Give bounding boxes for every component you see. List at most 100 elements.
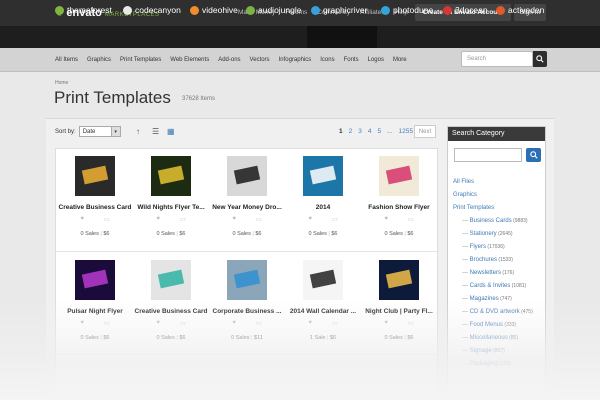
marketplace-videohive[interactable]: videohive (190, 5, 238, 15)
item-card[interactable]: Wild Nights Flyer Te... ♥ ▭ 0 Sales | $6 (133, 156, 209, 237)
category-search-input[interactable] (454, 148, 522, 162)
grid-view-icon[interactable]: ▦ (167, 127, 175, 136)
item-card[interactable]: Pulsar Night Flyer ♥ ▭ 0 Sales | $6 (57, 260, 133, 341)
collection-icon[interactable]: ▭ (180, 320, 186, 327)
marketplace-codecanyon[interactable]: codecanyon (123, 5, 181, 15)
sort-direction-icon[interactable]: ↑ (136, 127, 140, 136)
category-infographics[interactable]: Infographics (279, 57, 312, 63)
category-all-items[interactable]: All Items (55, 57, 78, 63)
breadcrumb[interactable]: Home (55, 80, 68, 86)
sidebar-category-item[interactable]: All Files (453, 176, 533, 189)
sidebar-category-item[interactable]: Food Menus (333) (453, 319, 533, 332)
item-card[interactable]: 2014 ♥ ▭ 0 Sales | $6 (285, 156, 361, 237)
next-page-button[interactable]: Next (414, 125, 436, 138)
category-more[interactable]: More (393, 57, 407, 63)
favorite-icon[interactable]: ♥ (232, 216, 236, 223)
sidebar-category-item[interactable]: Brochures (1533) (453, 254, 533, 267)
collection-icon[interactable]: ▭ (332, 216, 338, 223)
favorite-icon[interactable]: ♥ (232, 320, 236, 327)
category-logos[interactable]: Logos (368, 57, 384, 63)
category-search-button[interactable] (526, 148, 541, 162)
sidebar-category-item[interactable]: Flyers (17036) (453, 241, 533, 254)
sidebar-category-item[interactable]: Magazines (747) (453, 293, 533, 306)
search-button[interactable] (533, 51, 547, 67)
collection-icon[interactable]: ▭ (256, 320, 262, 327)
item-card[interactable]: New Year Money Dro... ♥ ▭ 0 Sales | $6 (209, 156, 285, 237)
favorite-icon[interactable]: ♥ (80, 216, 84, 223)
sidebar-category-item[interactable]: CD & DVD artwork (475) (453, 306, 533, 319)
item-thumbnail[interactable] (75, 260, 115, 300)
item-title[interactable]: Pulsar Night Flyer (57, 308, 133, 315)
item-thumbnail[interactable] (227, 156, 267, 196)
collection-icon[interactable]: ▭ (408, 216, 414, 223)
favorite-icon[interactable]: ♥ (384, 216, 388, 223)
page-1[interactable]: 1 (339, 128, 343, 135)
favorite-icon[interactable]: ♥ (156, 216, 160, 223)
item-thumbnail[interactable] (303, 156, 343, 196)
item-thumbnail[interactable] (151, 156, 191, 196)
favorite-icon[interactable]: ♥ (384, 320, 388, 327)
sort-select[interactable]: Date ▾ (78, 126, 121, 137)
search-input[interactable]: Search (461, 51, 533, 67)
favorite-icon[interactable]: ♥ (308, 216, 312, 223)
item-title[interactable]: Night Club | Party Fl... (361, 308, 437, 315)
item-title[interactable]: Wild Nights Flyer Te... (133, 204, 209, 211)
item-title[interactable]: Fashion Show Flyer (361, 204, 437, 211)
sidebar-category-item[interactable]: Cards & Invites (1081) (453, 280, 533, 293)
marketplace-audiojungle[interactable]: audiojungle (246, 5, 301, 15)
item-thumbnail[interactable] (151, 260, 191, 300)
item-title[interactable]: Creative Business Card (133, 308, 209, 315)
sidebar-category-item[interactable]: Packaging (153) (453, 358, 533, 371)
category-fonts[interactable]: Fonts (344, 57, 359, 63)
category-graphics[interactable]: Graphics (87, 57, 111, 63)
item-title[interactable]: New Year Money Dro... (209, 204, 285, 211)
sidebar-category-item[interactable]: Graphics (453, 189, 533, 202)
sidebar-category-item[interactable]: Stationery (2645) (453, 228, 533, 241)
collection-icon[interactable]: ▭ (180, 216, 186, 223)
collection-icon[interactable]: ▭ (332, 320, 338, 327)
page-4[interactable]: 4 (368, 128, 372, 135)
item-title[interactable]: Corporate Business ... (209, 308, 285, 315)
collection-icon[interactable]: ▭ (104, 216, 110, 223)
category-web-elements[interactable]: Web Elements (170, 57, 209, 63)
marketplace-themeforest[interactable]: themeforest (55, 5, 112, 15)
favorite-icon[interactable]: ♥ (156, 320, 160, 327)
item-card[interactable]: 2014 Wall Calendar ... ♥ ▭ 1 Sale | $6 (285, 260, 361, 341)
marketplace-graphicriver[interactable]: graphicriver (311, 5, 367, 15)
sidebar-category-item[interactable]: Signage (807) (453, 345, 533, 358)
marketplace-photodune[interactable]: photodune (381, 5, 433, 15)
item-thumbnail[interactable] (227, 260, 267, 300)
item-title[interactable]: Creative Business Card (57, 204, 133, 211)
item-thumbnail[interactable] (379, 156, 419, 196)
item-title[interactable]: 2014 Wall Calendar ... (285, 308, 361, 315)
category-icons[interactable]: Icons (320, 57, 334, 63)
item-card[interactable]: Creative Business Card ♥ ▭ 0 Sales | $6 (133, 260, 209, 341)
item-title[interactable]: 2014 (285, 204, 361, 211)
item-card[interactable]: Fashion Show Flyer ♥ ▭ 0 Sales | $6 (361, 156, 437, 237)
item-card[interactable]: Creative Business Card ♥ ▭ 0 Sales | $6 (57, 156, 133, 237)
sidebar-category-item[interactable]: Miscellaneous (85) (453, 332, 533, 345)
collection-icon[interactable]: ▭ (408, 320, 414, 327)
sidebar-category-item[interactable]: Print Templates (453, 202, 533, 215)
item-thumbnail[interactable] (379, 260, 419, 300)
favorite-icon[interactable]: ♥ (80, 320, 84, 327)
sidebar-category-item[interactable]: Business Cards (9883) (453, 215, 533, 228)
item-card[interactable]: Corporate Business ... ♥ ▭ 0 Sales | $11 (209, 260, 285, 341)
marketplace-3docean[interactable]: 3docean (443, 5, 488, 15)
category-add-ons[interactable]: Add-ons (218, 57, 240, 63)
marketplace-activeden[interactable]: activeden (496, 5, 544, 15)
page-5[interactable]: 5 (378, 128, 382, 135)
category-print-templates[interactable]: Print Templates (120, 57, 161, 63)
item-card[interactable]: Night Club | Party Fl... ♥ ▭ 0 Sales | $6 (361, 260, 437, 341)
item-thumbnail[interactable] (303, 260, 343, 300)
page-2[interactable]: 2 (349, 128, 353, 135)
collection-icon[interactable]: ▭ (256, 216, 262, 223)
page-last[interactable]: 1255 (399, 128, 413, 135)
collection-icon[interactable]: ▭ (104, 320, 110, 327)
favorite-icon[interactable]: ♥ (308, 320, 312, 327)
item-thumbnail[interactable] (75, 156, 115, 196)
page-3[interactable]: 3 (358, 128, 362, 135)
sidebar-category-item[interactable]: Newsletters (176) (453, 267, 533, 280)
list-view-icon[interactable]: ☰ (152, 127, 159, 136)
category-vectors[interactable]: Vectors (250, 57, 270, 63)
